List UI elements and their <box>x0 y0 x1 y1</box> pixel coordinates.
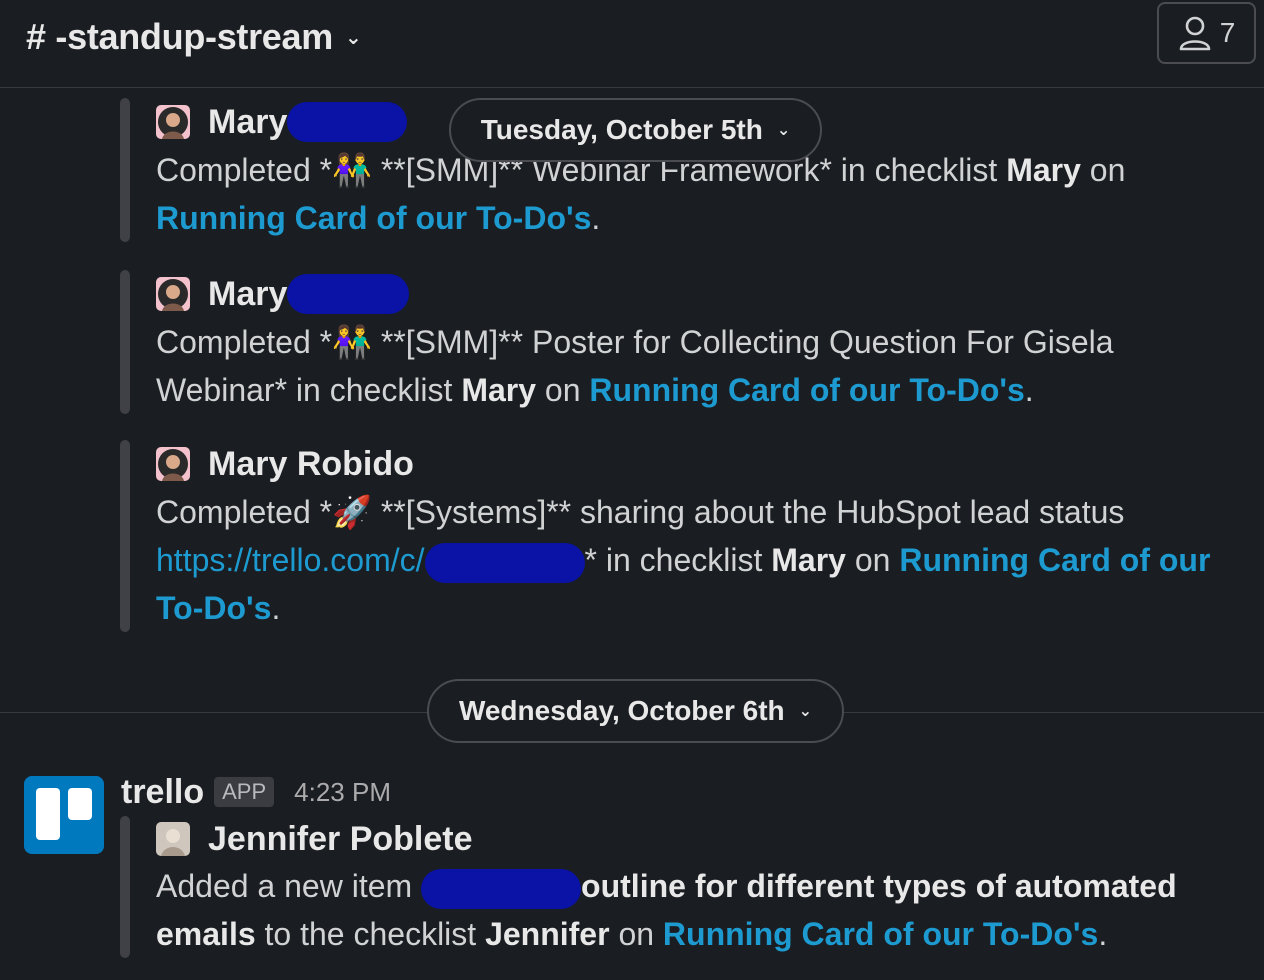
author-avatar[interactable] <box>156 277 190 311</box>
author-avatar[interactable] <box>156 822 190 856</box>
trello-attachment: Mary Robido Completed *🚀 **[Systems]** s… <box>120 440 1240 634</box>
trello-attachment: Jennifer Poblete Added a new item outlin… <box>120 816 1240 960</box>
date-label: Tuesday, October 5th <box>480 114 763 145</box>
message-header: trello APP 4:23 PM <box>121 770 391 814</box>
trello-url-link[interactable]: https://trello.com/c/ <box>156 542 425 578</box>
card-link[interactable]: Running Card of our To-Do's <box>663 916 1098 952</box>
emoji: 🚀 <box>332 494 372 530</box>
channel-name-button[interactable]: # -standup-stream ⌄ <box>26 16 362 58</box>
app-badge: APP <box>214 777 275 807</box>
card-link[interactable]: Running Card of our To-Do's <box>589 372 1024 408</box>
attachment-bar <box>120 270 130 414</box>
author-avatar[interactable] <box>156 105 190 139</box>
message-timestamp[interactable]: 4:23 PM <box>294 777 391 808</box>
redaction <box>424 542 585 583</box>
channel-header: # -standup-stream ⌄ 7 <box>0 0 1264 88</box>
trello-attachment: Mary Completed *👫 **[SMM]** Poster for C… <box>120 270 1240 416</box>
emoji: 👫 <box>332 324 372 360</box>
author-name[interactable]: Mary Robido <box>208 445 414 484</box>
message-text: Added a new item outline for different t… <box>156 868 1177 952</box>
member-count: 7 <box>1219 17 1236 48</box>
chevron-down-icon: ⌄ <box>798 703 813 720</box>
attachment-bar <box>120 98 130 242</box>
redaction <box>287 274 410 314</box>
person-icon <box>1178 15 1212 51</box>
author-name[interactable]: Mary <box>208 275 287 314</box>
chevron-down-icon: ⌄ <box>776 122 791 139</box>
redaction <box>287 102 408 142</box>
card-link[interactable]: Running Card of our To-Do's <box>156 200 591 236</box>
date-label: Wednesday, October 6th <box>458 695 785 726</box>
channel-name: # -standup-stream <box>26 16 333 57</box>
trello-logo-icon[interactable] <box>24 776 104 854</box>
author-avatar[interactable] <box>156 447 190 481</box>
emoji: 👫 <box>332 152 372 188</box>
chevron-down-icon: ⌄ <box>344 26 362 49</box>
sender-name[interactable]: trello <box>121 773 204 812</box>
redaction <box>421 868 582 909</box>
attachment-bar <box>120 816 130 958</box>
message-text: Completed *👫 **[SMM]** Poster for Collec… <box>156 324 1114 408</box>
date-divider-pill[interactable]: Tuesday, October 5th ⌄ <box>449 98 822 162</box>
members-button[interactable]: 7 <box>1157 2 1256 64</box>
message-text: Completed *🚀 **[Systems]** sharing about… <box>156 494 1211 626</box>
author-name[interactable]: Jennifer Poblete <box>208 820 473 859</box>
date-divider-pill[interactable]: Wednesday, October 6th ⌄ <box>427 679 844 743</box>
attachment-bar <box>120 440 130 632</box>
author-name[interactable]: Mary <box>208 103 287 142</box>
